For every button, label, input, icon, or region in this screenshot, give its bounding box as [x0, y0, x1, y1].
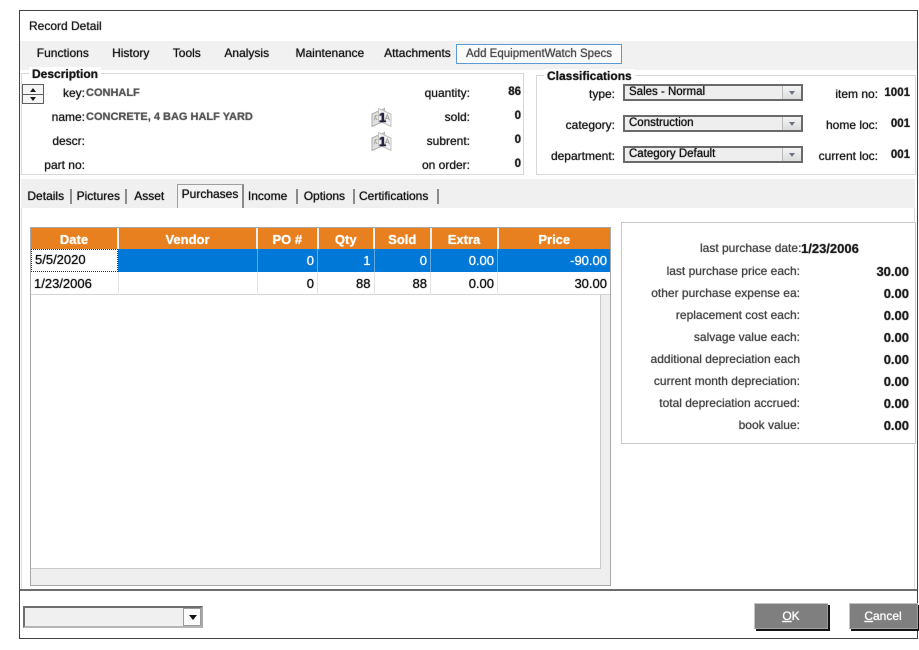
svg-text:1: 1: [379, 111, 386, 125]
svg-text:1: 1: [379, 135, 386, 149]
